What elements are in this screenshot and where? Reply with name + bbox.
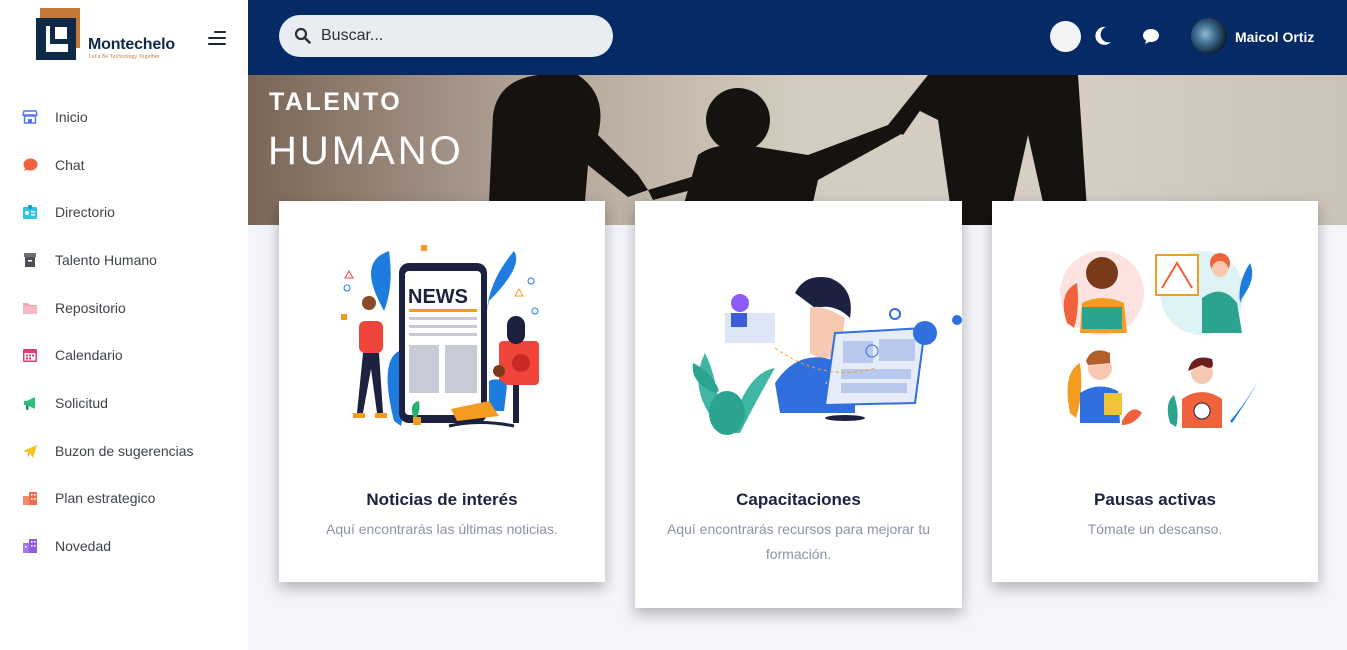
menu-toggle-icon[interactable]	[206, 31, 226, 45]
avatar[interactable]	[1191, 18, 1227, 54]
chat-icon[interactable]	[1142, 28, 1160, 45]
sidebar-item-label: Solicitud	[55, 394, 108, 411]
sidebar-item-talento-humano[interactable]: Talento Humano	[0, 236, 248, 284]
sidebar-item-plan-estrategico[interactable]: Plan estrategico	[0, 475, 248, 523]
card-title: Pausas activas	[1094, 490, 1216, 509]
sidebar-item-inicio[interactable]: Inicio	[0, 93, 248, 141]
news-card[interactable]: NEWS Noticias de interés Aquí encontrará…	[279, 201, 605, 582]
brand-tagline: Let's Be Technology Together	[89, 54, 160, 60]
active-breaks-card[interactable]: Pausas activas Tómate un descanso.	[992, 201, 1318, 582]
sidebar-item-label: Plan estrategico	[55, 490, 156, 507]
sidebar-nav: Inicio Chat Directorio Talento Humano Re…	[0, 93, 248, 570]
brand-logo[interactable]: Montechelo Let's Be Technology Together	[36, 4, 186, 64]
top-bar: Maicol Ortiz	[248, 0, 1347, 75]
training-card[interactable]: Capacitaciones Aquí encontrarás recursos…	[635, 201, 962, 608]
id-card-icon	[22, 204, 38, 220]
user-name[interactable]: Maicol Ortiz	[1235, 29, 1314, 45]
banner-title-line1: TALENTO	[269, 88, 403, 116]
sidebar-item-label: Directorio	[55, 204, 115, 221]
logo-mark-icon	[36, 8, 80, 60]
sidebar-item-solicitud[interactable]: Solicitud	[0, 379, 248, 427]
sidebar-item-label: Calendario	[55, 347, 123, 364]
sidebar-item-label: Talento Humano	[55, 251, 157, 268]
search-icon[interactable]	[294, 27, 312, 45]
card-description: Tómate un descanso.	[1087, 521, 1223, 537]
svg-text:NEWS: NEWS	[408, 286, 468, 308]
sidebar-item-label: Repositorio	[55, 299, 126, 316]
folder-icon	[22, 300, 38, 316]
card-title: Capacitaciones	[736, 490, 861, 509]
search-box[interactable]	[279, 15, 613, 57]
sidebar-item-label: Inicio	[55, 108, 88, 125]
archive-box-icon	[22, 252, 38, 268]
card-title: Noticias de interés	[366, 490, 518, 509]
training-illustration	[692, 277, 962, 435]
city-icon	[22, 538, 38, 554]
sidebar-item-label: Novedad	[55, 538, 112, 555]
theme-toggle-button[interactable]	[1050, 21, 1081, 52]
card-description: Aquí encontrarás las últimas noticias.	[326, 521, 558, 537]
calendar-icon	[22, 347, 38, 363]
search-input[interactable]	[321, 15, 601, 57]
brand-name: Montechelo	[88, 36, 175, 53]
banner-title-line2: HUMANO	[268, 129, 464, 173]
store-icon	[22, 109, 38, 125]
sidebar-item-calendario[interactable]: Calendario	[0, 331, 248, 379]
paper-plane-icon	[22, 443, 38, 459]
sidebar-item-label: Buzon de sugerencias	[55, 442, 194, 459]
sidebar: Montechelo Let's Be Technology Together …	[0, 0, 248, 650]
chat-bubble-icon	[22, 157, 38, 173]
sidebar-item-repositorio[interactable]: Repositorio	[0, 284, 248, 332]
active-breaks-illustration	[1060, 251, 1257, 428]
sidebar-item-chat[interactable]: Chat	[0, 141, 248, 189]
sidebar-item-label: Chat	[55, 156, 85, 173]
card-description: Aquí encontrarás recursos para mejorar t…	[666, 521, 930, 562]
sidebar-item-novedad[interactable]: Novedad	[0, 522, 248, 570]
moon-icon[interactable]	[1094, 26, 1112, 46]
news-illustration: NEWS	[341, 245, 539, 428]
sidebar-item-buzon[interactable]: Buzon de sugerencias	[0, 427, 248, 475]
building-icon	[22, 490, 38, 506]
sidebar-item-directorio[interactable]: Directorio	[0, 188, 248, 236]
megaphone-icon	[22, 395, 38, 411]
